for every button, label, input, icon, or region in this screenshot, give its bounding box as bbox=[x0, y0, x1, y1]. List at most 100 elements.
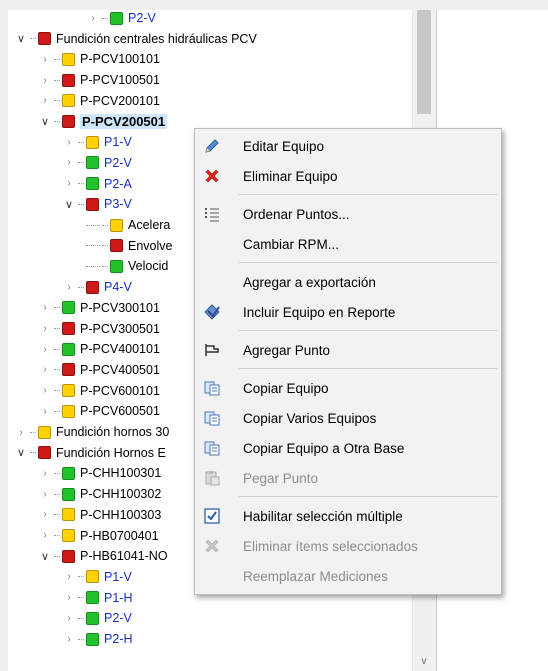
expand-chevron-icon[interactable]: › bbox=[62, 157, 76, 168]
tree-node-label[interactable]: P-CHH100302 bbox=[80, 487, 161, 501]
tree-node-label[interactable]: P-CHH100303 bbox=[80, 508, 161, 522]
tree-node-label[interactable]: P2-V bbox=[128, 11, 156, 25]
menu-item-copiar-equipo[interactable]: Copiar Equipo bbox=[195, 373, 501, 403]
tree-node-label[interactable]: Velocid bbox=[128, 259, 168, 273]
tree-node-label[interactable]: P2-H bbox=[104, 632, 132, 646]
tree-node-label[interactable]: P2-V bbox=[104, 611, 132, 625]
tree-node-label[interactable]: P3-V bbox=[104, 197, 132, 211]
menu-item-habilitar-seleccion-multiple[interactable]: Habilitar selección múltiple bbox=[195, 501, 501, 531]
tree-node[interactable]: › P-PCV300501 bbox=[38, 319, 160, 339]
tree-node-label[interactable]: P2-V bbox=[104, 156, 132, 170]
tree-node[interactable]: › P2-A bbox=[62, 174, 132, 194]
tree-node[interactable]: › P-PCV100501 bbox=[38, 70, 160, 90]
tree-node-label[interactable]: P-PCV300101 bbox=[80, 301, 160, 315]
tree-node[interactable]: › P-PCV600101 bbox=[38, 381, 160, 401]
expand-chevron-icon[interactable]: › bbox=[38, 468, 52, 479]
collapse-chevron-icon[interactable]: ∨ bbox=[38, 550, 52, 563]
tree-node[interactable]: ∨ P3-V bbox=[62, 194, 132, 214]
tree-node[interactable]: › P2-V bbox=[62, 153, 132, 173]
tree-node[interactable]: › P1-V bbox=[62, 132, 132, 152]
tree-node-label[interactable]: P-PCV400501 bbox=[80, 363, 160, 377]
expand-chevron-icon[interactable]: › bbox=[62, 137, 76, 148]
tree-node[interactable]: Envolve bbox=[86, 236, 172, 256]
menu-item-cambiar-rpm[interactable]: Cambiar RPM... bbox=[195, 229, 501, 259]
expand-chevron-icon[interactable]: › bbox=[38, 509, 52, 520]
tree-node[interactable]: › P2-V bbox=[86, 10, 156, 28]
tree-node-label[interactable]: P-PCV400101 bbox=[80, 342, 160, 356]
tree-node[interactable]: › P-PCV400101 bbox=[38, 339, 160, 359]
expand-chevron-icon[interactable]: › bbox=[62, 282, 76, 293]
scrollbar-thumb[interactable] bbox=[417, 10, 431, 114]
menu-item-incluir-equipo-en-reporte[interactable]: Incluir Equipo en Reporte bbox=[195, 297, 501, 327]
tree-node-label[interactable]: P-HB61041-NO bbox=[80, 549, 168, 563]
tree-node-label[interactable]: P1-H bbox=[104, 591, 132, 605]
expand-chevron-icon[interactable]: › bbox=[62, 592, 76, 603]
tree-node-label[interactable]: P-PCV200101 bbox=[80, 94, 160, 108]
expand-chevron-icon[interactable]: › bbox=[62, 178, 76, 189]
tree-node[interactable]: › P-PCV300101 bbox=[38, 298, 160, 318]
expand-chevron-icon[interactable]: › bbox=[86, 13, 100, 24]
tree-node[interactable]: ∨ P-PCV200501 bbox=[38, 112, 168, 132]
tree-node[interactable]: › Fundición hornos 30 bbox=[14, 422, 169, 442]
tree-node-label[interactable]: P1-V bbox=[104, 570, 132, 584]
tree-node[interactable]: › P1-V bbox=[62, 567, 132, 587]
tree-node[interactable]: › P2-V bbox=[62, 608, 132, 628]
expand-chevron-icon[interactable]: › bbox=[14, 427, 28, 438]
collapse-chevron-icon[interactable]: ∨ bbox=[14, 446, 28, 459]
menu-item-copiar-varios-equipos[interactable]: Copiar Varios Equipos bbox=[195, 403, 501, 433]
expand-chevron-icon[interactable]: › bbox=[38, 302, 52, 313]
menu-item-eliminar-equipo[interactable]: Eliminar Equipo bbox=[195, 161, 501, 191]
expand-chevron-icon[interactable]: › bbox=[38, 489, 52, 500]
tree-node[interactable]: › P-PCV600501 bbox=[38, 401, 160, 421]
expand-chevron-icon[interactable]: › bbox=[38, 323, 52, 334]
tree-node[interactable]: › P-HB0700401 bbox=[38, 526, 159, 546]
tree-node[interactable]: › P-PCV200101 bbox=[38, 91, 160, 111]
expand-chevron-icon[interactable]: › bbox=[38, 530, 52, 541]
tree-node-label[interactable]: P-PCV600501 bbox=[80, 404, 160, 418]
tree-node[interactable]: › P-PCV100101 bbox=[38, 49, 160, 69]
tree-node[interactable]: › P-CHH100302 bbox=[38, 484, 161, 504]
tree-node-label[interactable]: P-PCV200501 bbox=[80, 114, 168, 129]
tree-node-label[interactable]: P2-A bbox=[104, 177, 132, 191]
tree-node-label[interactable]: Acelera bbox=[128, 218, 170, 232]
expand-chevron-icon[interactable]: › bbox=[38, 385, 52, 396]
menu-item-copiar-equipo-a-otra-base[interactable]: Copiar Equipo a Otra Base bbox=[195, 433, 501, 463]
expand-chevron-icon[interactable]: › bbox=[38, 75, 52, 86]
tree-node[interactable]: › P-PCV400501 bbox=[38, 360, 160, 380]
tree-node-label[interactable]: Fundición Hornos E bbox=[56, 446, 166, 460]
tree-node[interactable]: › P1-H bbox=[62, 588, 132, 608]
expand-chevron-icon[interactable]: › bbox=[38, 95, 52, 106]
tree-node-label[interactable]: Envolve bbox=[128, 239, 172, 253]
menu-item-ordenar-puntos[interactable]: Ordenar Puntos... bbox=[195, 199, 501, 229]
tree-node-label[interactable]: Fundición hornos 30 bbox=[56, 425, 169, 439]
scroll-down-arrow[interactable]: v bbox=[417, 655, 431, 669]
collapse-chevron-icon[interactable]: ∨ bbox=[14, 32, 28, 45]
tree-node[interactable]: ∨ Fundición centrales hidráulicas PCV bbox=[14, 29, 257, 49]
tree-node[interactable]: › P4-V bbox=[62, 277, 132, 297]
menu-item-editar-equipo[interactable]: Editar Equipo bbox=[195, 131, 501, 161]
collapse-chevron-icon[interactable]: ∨ bbox=[38, 115, 52, 128]
menu-item-agregar-punto[interactable]: Agregar Punto bbox=[195, 335, 501, 365]
tree-node-label[interactable]: P-PCV100501 bbox=[80, 73, 160, 87]
tree-node[interactable]: › P2-H bbox=[62, 629, 132, 649]
collapse-chevron-icon[interactable]: ∨ bbox=[62, 198, 76, 211]
expand-chevron-icon[interactable]: › bbox=[38, 54, 52, 65]
expand-chevron-icon[interactable]: › bbox=[38, 344, 52, 355]
tree-node[interactable]: › P-CHH100301 bbox=[38, 463, 161, 483]
tree-node-label[interactable]: P-PCV600101 bbox=[80, 384, 160, 398]
expand-chevron-icon[interactable]: › bbox=[38, 406, 52, 417]
tree-node[interactable]: ∨ P-HB61041-NO bbox=[38, 546, 168, 566]
expand-chevron-icon[interactable]: › bbox=[62, 571, 76, 582]
expand-chevron-icon[interactable]: › bbox=[62, 634, 76, 645]
tree-node[interactable]: Velocid bbox=[86, 256, 168, 276]
expand-chevron-icon[interactable]: › bbox=[38, 364, 52, 375]
tree-node-label[interactable]: P4-V bbox=[104, 280, 132, 294]
tree-node[interactable]: ∨ Fundición Hornos E bbox=[14, 443, 166, 463]
tree-node-label[interactable]: P-PCV100101 bbox=[80, 52, 160, 66]
tree-node-label[interactable]: Fundición centrales hidráulicas PCV bbox=[56, 32, 257, 46]
tree-node-label[interactable]: P1-V bbox=[104, 135, 132, 149]
tree-node-label[interactable]: P-HB0700401 bbox=[80, 529, 159, 543]
expand-chevron-icon[interactable]: › bbox=[62, 613, 76, 624]
menu-item-agregar-a-exportacion[interactable]: Agregar a exportación bbox=[195, 267, 501, 297]
tree-node-label[interactable]: P-PCV300501 bbox=[80, 322, 160, 336]
